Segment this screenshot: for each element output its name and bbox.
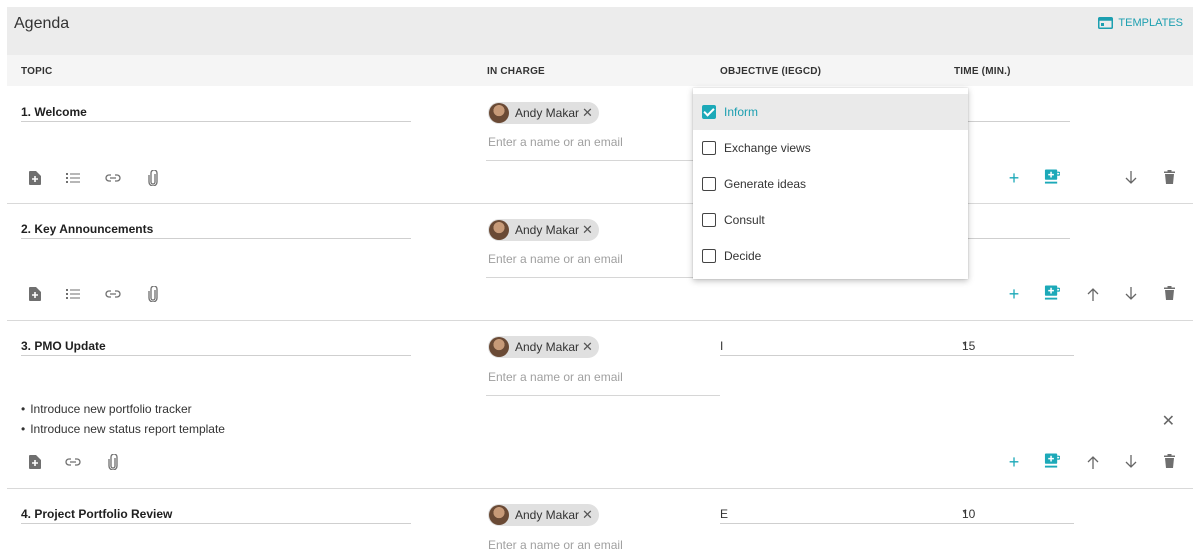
avatar <box>489 337 509 357</box>
time-input[interactable]: 10 <box>958 507 1074 524</box>
person-name: Andy Makar <box>515 508 580 522</box>
plus-icon[interactable]: + <box>1006 453 1022 471</box>
plus-icon[interactable]: + <box>1006 285 1022 303</box>
remove-person-icon[interactable]: ✕ <box>582 105 593 121</box>
objective-value: E <box>720 507 729 521</box>
column-headers: TOPIC IN CHARGE OBJECTIVE (IEGCD) TIME (… <box>7 55 1193 86</box>
person-chip[interactable]: Andy Makar ✕ <box>488 102 599 124</box>
arrow-up-icon[interactable] <box>1085 454 1101 470</box>
trash-icon[interactable] <box>1161 453 1177 469</box>
objective-select[interactable]: I ▼ <box>720 339 970 356</box>
option-label: Exchange views <box>724 141 811 155</box>
email-input[interactable]: Enter a name or an email <box>488 135 718 149</box>
close-notes-icon[interactable]: ✕ <box>1162 411 1175 431</box>
agenda-row: 2. Key Announcements Andy Makar ✕ Enter … <box>7 204 1193 321</box>
arrow-down-icon[interactable] <box>1123 454 1139 470</box>
note-item: Introduce new portfolio tracker <box>21 399 225 419</box>
add-break-icon[interactable] <box>1044 284 1060 300</box>
remove-person-icon[interactable]: ✕ <box>582 222 593 238</box>
person-chip[interactable]: Andy Makar ✕ <box>488 336 599 358</box>
option-inform[interactable]: Inform <box>693 94 968 130</box>
topic-input[interactable]: 3. PMO Update <box>21 339 411 356</box>
link-icon[interactable] <box>105 170 121 186</box>
col-time: TIME (MIN.) <box>954 66 1011 77</box>
agenda-row: 3. PMO Update Andy Makar ✕ Enter a name … <box>7 321 1193 489</box>
option-label: Inform <box>724 105 759 119</box>
col-in-charge: IN CHARGE <box>487 66 545 77</box>
checkbox-checked-icon[interactable] <box>702 105 716 119</box>
page-title: Agenda <box>14 15 70 32</box>
objective-value: I <box>720 339 724 353</box>
link-icon[interactable] <box>105 286 121 302</box>
agenda-row: 4. Project Portfolio Review Andy Makar ✕… <box>7 489 1193 554</box>
time-input[interactable]: 0 <box>954 222 1070 239</box>
checkbox-icon[interactable] <box>702 141 716 155</box>
add-document-icon[interactable] <box>27 170 43 186</box>
topic-notes: Introduce new portfolio tracker Introduc… <box>21 399 225 439</box>
topic-tools <box>27 286 161 302</box>
option-label: Generate ideas <box>724 177 807 191</box>
time-input[interactable]: 15 <box>958 339 1074 356</box>
paperclip-icon[interactable] <box>145 170 161 186</box>
email-input[interactable]: Enter a name or an email <box>488 370 718 384</box>
agenda-header <box>7 7 1193 55</box>
objective-select[interactable]: E ▼ <box>720 507 970 524</box>
email-input[interactable]: Enter a name or an email <box>488 538 718 552</box>
note-item: Introduce new status report template <box>21 419 225 439</box>
paperclip-icon[interactable] <box>105 454 121 470</box>
option-label: Decide <box>724 249 762 263</box>
add-document-icon[interactable] <box>27 454 43 470</box>
avatar <box>489 103 509 123</box>
add-break-icon[interactable] <box>1044 452 1060 468</box>
topic-input[interactable]: 2. Key Announcements <box>21 222 411 239</box>
trash-icon[interactable] <box>1161 285 1177 301</box>
agenda-row: 1. Welcome Andy Makar ✕ Enter a name or … <box>7 86 1193 204</box>
arrow-down-icon[interactable] <box>1123 170 1139 186</box>
plus-icon[interactable]: + <box>1006 169 1022 187</box>
add-document-icon[interactable] <box>27 286 43 302</box>
email-underline <box>486 160 720 161</box>
option-decide[interactable]: Decide <box>693 238 968 274</box>
add-break-icon[interactable] <box>1044 168 1060 184</box>
person-name: Andy Makar <box>515 223 580 237</box>
email-underline <box>486 395 720 396</box>
remove-person-icon[interactable]: ✕ <box>582 339 593 355</box>
avatar <box>489 505 509 525</box>
checkbox-icon[interactable] <box>702 213 716 227</box>
topic-tools <box>27 170 161 186</box>
person-name: Andy Makar <box>515 340 580 354</box>
arrow-up-icon[interactable] <box>1085 286 1101 302</box>
email-underline <box>486 277 720 278</box>
option-generate-ideas[interactable]: Generate ideas <box>693 166 968 202</box>
col-topic: TOPIC <box>21 66 53 77</box>
bulleted-list-icon[interactable] <box>65 286 81 302</box>
templates-button[interactable]: TEMPLATES <box>1098 17 1183 29</box>
remove-person-icon[interactable]: ✕ <box>582 507 593 523</box>
checkbox-icon[interactable] <box>702 249 716 263</box>
option-label: Consult <box>724 213 765 227</box>
objective-dropdown: Inform Exchange views Generate ideas Con… <box>693 88 968 279</box>
avatar <box>489 220 509 240</box>
template-icon <box>1098 17 1114 29</box>
option-consult[interactable]: Consult <box>693 202 968 238</box>
person-chip[interactable]: Andy Makar ✕ <box>488 504 599 526</box>
person-chip[interactable]: Andy Makar ✕ <box>488 219 599 241</box>
trash-icon[interactable] <box>1161 169 1177 185</box>
person-name: Andy Makar <box>515 106 580 120</box>
templates-label: TEMPLATES <box>1118 17 1183 29</box>
option-exchange-views[interactable]: Exchange views <box>693 130 968 166</box>
arrow-down-icon[interactable] <box>1123 286 1139 302</box>
checkbox-icon[interactable] <box>702 177 716 191</box>
paperclip-icon[interactable] <box>145 286 161 302</box>
link-icon[interactable] <box>65 454 81 470</box>
time-input[interactable] <box>954 105 1070 122</box>
topic-input[interactable]: 1. Welcome <box>21 105 411 122</box>
topic-tools <box>27 454 121 470</box>
email-input[interactable]: Enter a name or an email <box>488 252 718 266</box>
topic-input[interactable]: 4. Project Portfolio Review <box>21 507 411 524</box>
col-objective: OBJECTIVE (IEGCD) <box>720 66 822 77</box>
bulleted-list-icon[interactable] <box>65 170 81 186</box>
